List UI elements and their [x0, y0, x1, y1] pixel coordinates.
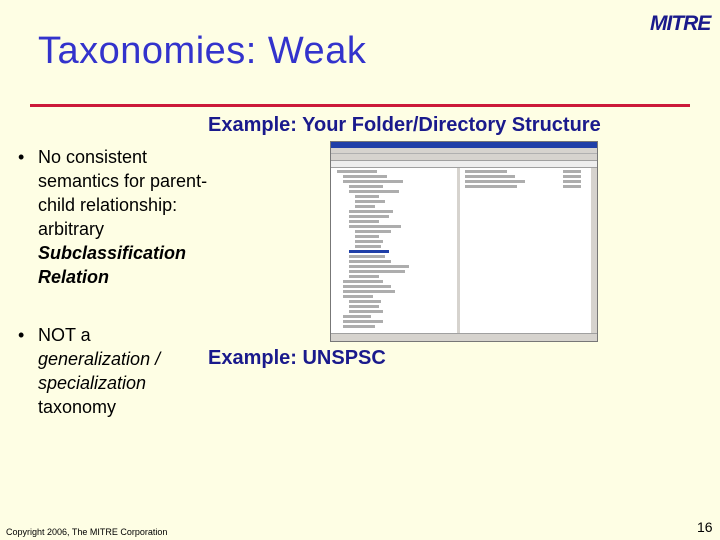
title-divider: [30, 104, 690, 107]
bullet-1-emphasis: Subclassification Relation: [38, 243, 187, 287]
explorer-folder-tree: [333, 168, 460, 333]
bullet-marker: •: [18, 325, 25, 345]
copyright-notice: Copyright 2006, The MITRE Corporation: [6, 527, 168, 537]
bullet-1: • No consistent semantics for parent-chi…: [18, 145, 213, 289]
explorer-status-bar: [331, 333, 597, 341]
explorer-address-bar: [331, 161, 597, 168]
explorer-scrollbar: [591, 168, 597, 333]
example-folder-heading: Example: Your Folder/Directory Structure: [208, 114, 601, 136]
folder-explorer-screenshot: [330, 141, 598, 342]
example-unspsc-heading: Example: UNSPSC: [208, 347, 386, 369]
page-number: 16: [697, 519, 713, 535]
bullet-2-emphasis: generalization / specialization: [38, 349, 161, 393]
bullet-2-text: NOT a: [38, 325, 91, 345]
explorer-file-list: [463, 168, 595, 198]
bullet-1-text: No consistent semantics for parent-child…: [38, 147, 208, 239]
bullet-2-tail: taxonomy: [38, 397, 117, 417]
mitre-logo: MITRE: [650, 12, 711, 35]
explorer-toolbar: [331, 154, 597, 161]
bullet-2: • NOT a generalization / specialization …: [18, 323, 213, 419]
slide-title: Taxonomies: Weak: [38, 30, 367, 72]
bullet-marker: •: [18, 147, 25, 167]
